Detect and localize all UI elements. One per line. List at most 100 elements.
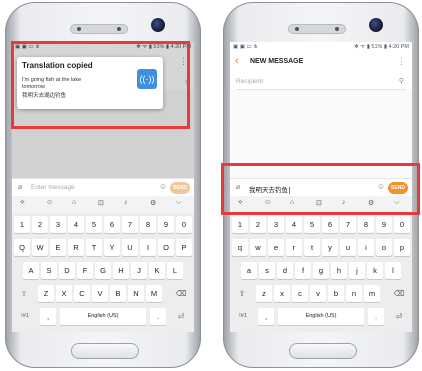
key[interactable]: 4	[68, 216, 84, 233]
key[interactable]: z	[256, 285, 272, 302]
home-button[interactable]	[289, 343, 357, 359]
sticker-tool-icon[interactable]: ⌂	[72, 199, 76, 206]
key[interactable]: W	[32, 239, 48, 256]
home-button[interactable]	[71, 343, 139, 359]
key[interactable]: 1	[232, 216, 248, 233]
key[interactable]: H	[113, 262, 129, 279]
key[interactable]: U	[122, 239, 138, 256]
key[interactable]: F	[77, 262, 93, 279]
key[interactable]: X	[56, 285, 72, 302]
key[interactable]: u	[340, 239, 356, 256]
key[interactable]: k	[367, 262, 383, 279]
key[interactable]: Y	[104, 239, 120, 256]
key[interactable]: q	[232, 239, 248, 256]
key[interactable]: 8	[140, 216, 156, 233]
key[interactable]: M	[146, 285, 162, 302]
back-arrow-icon[interactable]: ‹	[235, 55, 239, 67]
key[interactable]: t	[304, 239, 320, 256]
key[interactable]: 2	[250, 216, 266, 233]
key[interactable]: 1	[14, 216, 30, 233]
key[interactable]: f	[295, 262, 311, 279]
key[interactable]: 7	[122, 216, 138, 233]
key[interactable]: d	[277, 262, 293, 279]
key[interactable]: T	[86, 239, 102, 256]
key[interactable]: x	[274, 285, 290, 302]
attach-icon[interactable]: ⌀	[18, 183, 22, 191]
clipboard-tool-icon[interactable]: ⊡	[98, 199, 104, 207]
period-key[interactable]: .	[150, 308, 166, 325]
space-key[interactable]: English (US)	[278, 308, 364, 325]
comma-key[interactable]: ,	[258, 308, 274, 325]
key[interactable]: D	[59, 262, 75, 279]
collapse-tool-icon[interactable]: ⌵	[176, 199, 181, 207]
key[interactable]: y	[322, 239, 338, 256]
key[interactable]: c	[292, 285, 308, 302]
key[interactable]: R	[68, 239, 84, 256]
key[interactable]: j	[349, 262, 365, 279]
key[interactable]: E	[50, 239, 66, 256]
backspace-key[interactable]: ⌫	[388, 285, 410, 302]
key[interactable]: O	[158, 239, 174, 256]
symbols-key[interactable]: !#1	[14, 308, 36, 325]
settings-tool-icon[interactable]: ⚙	[150, 199, 156, 207]
key[interactable]: V	[92, 285, 108, 302]
key[interactable]: L	[167, 262, 183, 279]
key[interactable]: P	[176, 239, 192, 256]
translate-tool-icon[interactable]: ⟡	[20, 199, 25, 207]
key[interactable]: 5	[304, 216, 320, 233]
key[interactable]: m	[364, 285, 380, 302]
key[interactable]: w	[250, 239, 266, 256]
key[interactable]: 3	[50, 216, 66, 233]
key[interactable]: p	[394, 239, 410, 256]
key[interactable]: b	[328, 285, 344, 302]
key[interactable]: 7	[340, 216, 356, 233]
message-input[interactable]: Enter message	[31, 184, 75, 191]
emoji-icon[interactable]: ☺	[159, 182, 167, 191]
key[interactable]: I	[140, 239, 156, 256]
key[interactable]: Z	[38, 285, 54, 302]
enter-key[interactable]: ⏎	[170, 308, 192, 325]
key[interactable]: A	[23, 262, 39, 279]
recipient-field[interactable]: Recipient ⚲	[236, 75, 406, 90]
key[interactable]: i	[358, 239, 374, 256]
key[interactable]: n	[346, 285, 362, 302]
symbols-key[interactable]: !#1	[232, 308, 254, 325]
key[interactable]: S	[41, 262, 57, 279]
more-options-icon[interactable]: ⋮	[397, 56, 406, 67]
key[interactable]: 0	[394, 216, 410, 233]
key[interactable]: g	[313, 262, 329, 279]
key[interactable]: 9	[158, 216, 174, 233]
key[interactable]: 0	[176, 216, 192, 233]
key[interactable]: e	[268, 239, 284, 256]
key[interactable]: v	[310, 285, 326, 302]
enter-key[interactable]: ⏎	[388, 308, 410, 325]
key[interactable]: o	[376, 239, 392, 256]
space-key[interactable]: English (US)	[60, 308, 146, 325]
key[interactable]: r	[286, 239, 302, 256]
mic-tool-icon[interactable]: ♪	[124, 199, 128, 206]
key[interactable]: l	[385, 262, 401, 279]
key[interactable]: G	[95, 262, 111, 279]
key[interactable]: 9	[376, 216, 392, 233]
key[interactable]: 2	[32, 216, 48, 233]
key[interactable]: 6	[322, 216, 338, 233]
emoji-tool-icon[interactable]: ☺	[46, 199, 53, 206]
key[interactable]: N	[128, 285, 144, 302]
key[interactable]: J	[131, 262, 147, 279]
key[interactable]: Q	[14, 239, 30, 256]
key[interactable]: h	[331, 262, 347, 279]
key[interactable]: a	[241, 262, 257, 279]
key[interactable]: 6	[104, 216, 120, 233]
shift-key[interactable]: ⇧	[232, 285, 252, 302]
key[interactable]: 3	[268, 216, 284, 233]
send-button[interactable]: SEND	[170, 182, 190, 194]
key[interactable]: 8	[358, 216, 374, 233]
key[interactable]: 4	[286, 216, 302, 233]
backspace-key[interactable]: ⌫	[170, 285, 192, 302]
shift-key[interactable]: ⇧	[14, 285, 34, 302]
period-key[interactable]: .	[368, 308, 384, 325]
key[interactable]: B	[110, 285, 126, 302]
key[interactable]: K	[149, 262, 165, 279]
key[interactable]: s	[259, 262, 275, 279]
key[interactable]: 5	[86, 216, 102, 233]
